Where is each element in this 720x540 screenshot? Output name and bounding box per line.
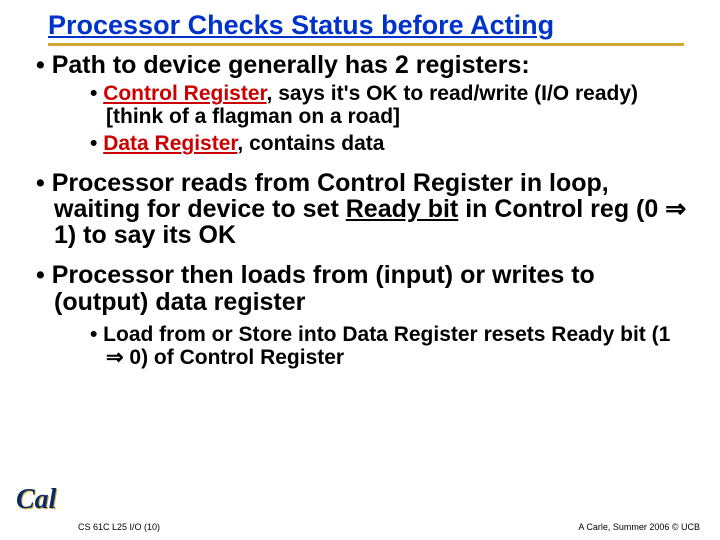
footer-right: A Carle, Summer 2006 © UCB [578, 522, 700, 532]
bullet-level1: • Processor then loads from (input) or w… [36, 262, 690, 315]
term-ready-bit: Ready bit [346, 195, 459, 223]
bullet-text: • Load from or Store into Data Register … [90, 323, 670, 369]
bullet-level2: • Data Register, contains data [90, 132, 690, 155]
bullet-text: • Path to device generally has 2 registe… [36, 51, 530, 79]
bullet-level2: • Load from or Store into Data Register … [90, 323, 690, 369]
logo-text: Cal [16, 484, 56, 516]
term-control-register: Control Register [103, 82, 266, 105]
bullet-level2: • Control Register, says it's OK to read… [90, 82, 690, 128]
slide-title: Processor Checks Status before Acting [0, 0, 720, 43]
bullet-level1: • Path to device generally has 2 registe… [36, 52, 690, 78]
term-data-register: Data Register [103, 132, 237, 155]
footer-left: CS 61C L25 I/O (10) [78, 522, 160, 532]
slide: Processor Checks Status before Acting • … [0, 0, 720, 540]
bullet-level1: • Processor reads from Control Register … [36, 170, 690, 249]
slide-content: • Path to device generally has 2 registe… [0, 46, 720, 369]
logo-bg: Cal [14, 484, 68, 522]
bullet-text: • Processor then loads from (input) or w… [36, 261, 595, 315]
bullet-text: , contains data [237, 132, 384, 155]
cal-logo: Cal [14, 484, 68, 522]
